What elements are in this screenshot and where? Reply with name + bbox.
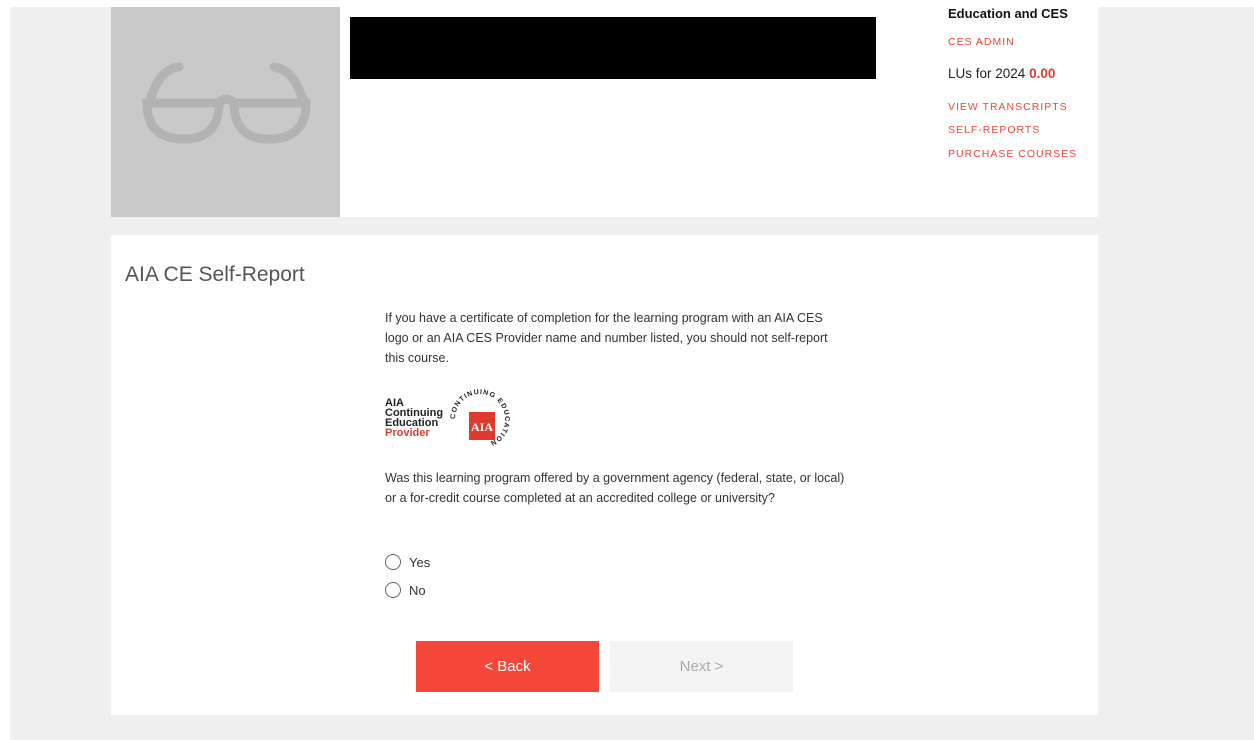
redacted-name-block xyxy=(350,17,876,79)
back-button[interactable]: < Back xyxy=(416,641,599,692)
next-button[interactable]: Next > xyxy=(610,641,793,692)
lu-label: LUs for 2024 xyxy=(948,66,1026,81)
self-reports-link[interactable]: SELF-REPORTS xyxy=(948,124,1040,136)
radio-button-no[interactable] xyxy=(385,582,401,598)
avatar xyxy=(111,7,340,217)
lu-summary: LUs for 2024 0.00 xyxy=(948,66,1055,81)
radio-button-yes[interactable] xyxy=(385,554,401,570)
page-title: AIA CE Self-Report xyxy=(125,263,305,286)
purchase-courses-link[interactable]: PURCHASE COURSES xyxy=(948,148,1077,160)
profile-card: Education and CES CES ADMIN LUs for 2024… xyxy=(111,6,1098,217)
lu-value: 0.00 xyxy=(1029,66,1056,81)
aia-ces-provider-logo: AIA Continuing Education Provider CONTIN… xyxy=(385,388,515,450)
government-program-question: Was this learning program offered by a g… xyxy=(385,471,845,505)
ces-admin-link[interactable]: CES ADMIN xyxy=(948,36,1015,48)
svg-text:AIA: AIA xyxy=(471,420,493,434)
radio-label-no: No xyxy=(409,582,426,598)
radio-option-no[interactable]: No xyxy=(385,582,426,598)
view-transcripts-link[interactable]: VIEW TRANSCRIPTS xyxy=(948,101,1068,113)
aia-seal-icon: CONTINUING EDUCATION AIA xyxy=(450,389,509,447)
glasses-icon xyxy=(142,62,311,144)
radio-option-yes[interactable]: Yes xyxy=(385,554,430,570)
aia-logo-wordmark: AIA Continuing Education Provider xyxy=(385,397,444,439)
intro-text: If you have a certificate of completion … xyxy=(385,311,828,365)
radio-label-yes: Yes xyxy=(409,554,431,570)
self-report-card: AIA CE Self-Report If you have a certifi… xyxy=(111,235,1098,715)
ces-panel-title: Education and CES xyxy=(948,6,1068,21)
